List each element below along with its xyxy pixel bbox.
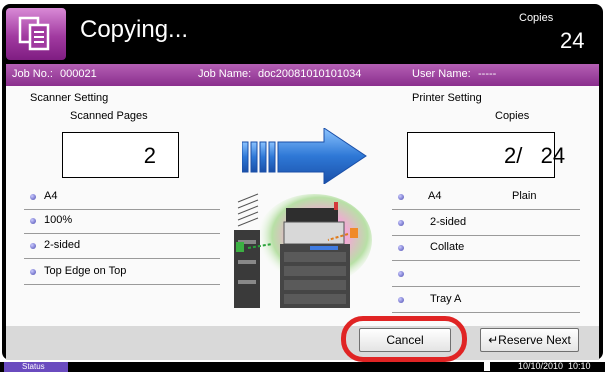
job-no-label: Job No.: [12, 68, 53, 80]
highlight-circle [341, 316, 467, 362]
copies-progress-box: 2/ 24 [407, 132, 565, 178]
copies-progress-label: Copies [495, 110, 530, 122]
printer-setting-row: A4 Plain [392, 185, 580, 210]
job-name-label: Job Name: [198, 68, 252, 80]
printer-setting-text: Collate [430, 241, 465, 253]
scanned-pages-box: 2 [62, 132, 179, 178]
paper-type-text: Plain [512, 190, 537, 202]
job-name-value: doc20081010101034 [258, 68, 362, 80]
bullet-icon [30, 269, 36, 275]
printer-setting-row: Tray A [392, 288, 580, 313]
scanner-setting-text: 100% [44, 214, 73, 226]
printer-setting-text: Tray A [430, 293, 462, 305]
bullet-icon [398, 194, 404, 200]
scanner-setting-text: A4 [44, 190, 58, 202]
copier-machine-icon [228, 190, 374, 314]
status-bar [0, 362, 605, 372]
scanner-setting-title: Scanner Setting [30, 92, 109, 104]
memory-icon [484, 362, 490, 371]
transfer-arrow-icon [241, 127, 368, 185]
scanner-setting-row: 100% [24, 209, 220, 234]
printer-setting-title: Printer Setting [412, 92, 482, 104]
return-arrow-icon: ↵ [488, 333, 499, 347]
bullet-icon [398, 220, 404, 226]
job-info-bar: Job No.: 000021 Job Name: doc20081010101… [6, 64, 599, 86]
scanner-setting-row: 2-sided [24, 234, 220, 259]
user-name-value: ----- [478, 68, 497, 80]
datetime: 10/10/2010 10:10 [518, 361, 591, 371]
bullet-icon [398, 245, 404, 251]
bullet-icon [30, 243, 36, 249]
copies-progress-value: 2/ 24 [504, 143, 566, 168]
user-name-label: User Name: [412, 68, 471, 80]
bullet-icon [398, 271, 404, 277]
scanner-setting-row: Top Edge on Top [24, 260, 220, 285]
scanner-setting-text: Top Edge on Top [44, 265, 127, 277]
printer-setting-row: 2-sided [392, 211, 580, 236]
reserve-next-button[interactable]: ↵Reserve Next [480, 328, 579, 352]
copies-count: 24 [560, 28, 585, 53]
scanned-pages-value: 2 [143, 143, 156, 168]
scanner-setting-text: 2-sided [44, 239, 81, 251]
copies-label: Copies [519, 12, 554, 24]
status-button[interactable]: Status [4, 362, 68, 372]
copy-icon [6, 8, 66, 60]
reserve-next-label: Reserve Next [498, 333, 571, 347]
scanned-pages-label: Scanned Pages [70, 110, 148, 122]
printer-setting-text: 2-sided [430, 216, 467, 228]
printer-setting-text: A4 [428, 190, 442, 202]
bullet-icon [30, 218, 36, 224]
scanner-setting-row: A4 [24, 185, 220, 210]
page-title: Copying... [80, 16, 189, 43]
bullet-icon [30, 194, 36, 200]
bullet-icon [398, 297, 404, 303]
printer-setting-row [392, 262, 580, 287]
printer-setting-row: Collate [392, 236, 580, 261]
job-no-value: 000021 [60, 68, 97, 80]
